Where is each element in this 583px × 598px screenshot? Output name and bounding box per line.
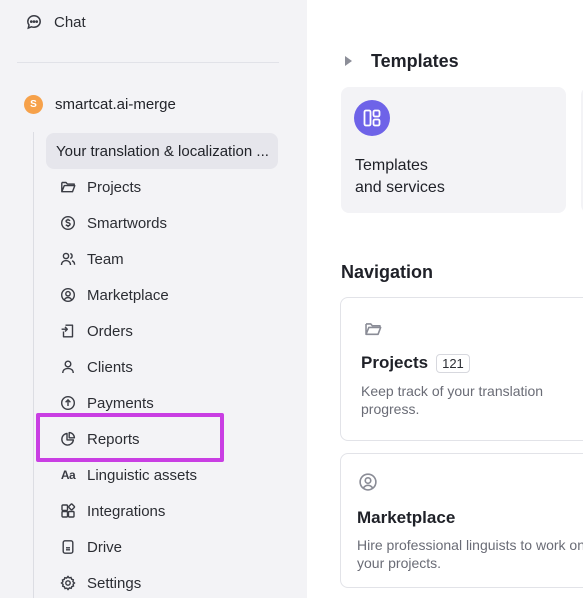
sidebar-item-label: Orders — [87, 322, 133, 340]
sidebar-nav: Projects Smartwords Team Marketplace Ord… — [60, 169, 197, 598]
sidebar-item-reports[interactable]: Reports — [60, 421, 197, 457]
marketplace-desc-line1: Hire professional linguists to work on — [357, 537, 583, 553]
sidebar-item-label: Reports — [87, 430, 140, 448]
projects-card-title: Projects 121 — [361, 353, 470, 373]
sidebar: Chat S smartcat.ai-merge Your translatio… — [0, 0, 307, 598]
sidebar-item-label: Team — [87, 250, 124, 268]
sidebar-item-team[interactable]: Team — [60, 241, 197, 277]
sidebar-item-smartwords[interactable]: Smartwords — [60, 205, 197, 241]
orders-icon — [60, 323, 76, 339]
sidebar-chat-link[interactable]: Chat — [26, 12, 86, 32]
pie-chart-icon — [60, 431, 76, 447]
folder-icon — [363, 320, 383, 338]
projects-card-description: Keep track of your translation progress. — [361, 382, 583, 418]
workspace-avatar: S — [24, 94, 43, 114]
sidebar-item-clients[interactable]: Clients — [60, 349, 197, 385]
sidebar-item-integrations[interactable]: Integrations — [60, 493, 197, 529]
drive-icon — [60, 539, 76, 555]
templates-section-toggle[interactable]: Templates — [345, 50, 459, 72]
tree-line — [33, 132, 34, 598]
templates-icon — [354, 100, 390, 136]
marketplace-card-title: Marketplace — [357, 508, 455, 528]
sidebar-item-marketplace[interactable]: Marketplace — [60, 277, 197, 313]
projects-count-badge: 121 — [436, 353, 470, 373]
templates-card-title-line2: and services — [355, 179, 445, 196]
aa-glyph: Aa — [60, 468, 76, 482]
sidebar-project-item[interactable]: Your translation & localization ... — [46, 133, 278, 169]
sidebar-item-label: Linguistic assets — [87, 466, 198, 484]
marketplace-card-description: Hire professional linguists to work on y… — [357, 536, 583, 572]
templates-card-title: Templates and services — [355, 155, 515, 199]
chat-label: Chat — [54, 13, 86, 31]
marketplace-icon — [60, 287, 76, 303]
dollar-circle-icon — [60, 215, 76, 231]
projects-card-title-text: Projects — [361, 353, 429, 372]
marketplace-card-title-text: Marketplace — [357, 508, 456, 527]
sidebar-item-payments[interactable]: Payments — [60, 385, 197, 421]
templates-card[interactable]: Templates and services — [341, 87, 566, 213]
sidebar-item-label: Smartwords — [87, 214, 168, 232]
chat-bubble-icon — [26, 14, 42, 30]
sidebar-item-orders[interactable]: Orders — [60, 313, 197, 349]
main-content: Templates Templates and services Navigat… — [307, 0, 583, 598]
marketplace-desc-line2: your projects. — [357, 555, 442, 571]
payments-icon — [60, 395, 76, 411]
sidebar-item-label: Projects — [87, 178, 142, 196]
sidebar-item-drive[interactable]: Drive — [60, 529, 197, 565]
marketplace-card[interactable]: Marketplace Hire professional linguists … — [340, 453, 583, 588]
team-icon — [60, 251, 76, 267]
folder-icon — [60, 179, 76, 195]
projects-desc-line2: progress. — [361, 401, 420, 417]
sidebar-divider — [17, 62, 279, 63]
sidebar-item-linguistic-assets[interactable]: Aa Linguistic assets — [60, 457, 197, 493]
sidebar-item-label: Integrations — [87, 502, 166, 520]
sidebar-item-projects[interactable]: Projects — [60, 169, 197, 205]
workspace-switcher[interactable]: S smartcat.ai-merge — [24, 94, 176, 114]
aa-icon: Aa — [60, 467, 76, 483]
templates-card-title-line1: Templates — [355, 157, 428, 174]
sidebar-item-label: Marketplace — [87, 286, 169, 304]
integrations-icon — [60, 503, 76, 519]
caret-right-icon — [345, 56, 352, 66]
sidebar-item-label: Drive — [87, 538, 123, 556]
sidebar-item-label: Settings — [87, 574, 142, 592]
templates-section-title: Templates — [371, 50, 459, 71]
sidebar-item-settings[interactable]: Settings — [60, 565, 197, 598]
marketplace-icon — [358, 472, 378, 492]
gear-icon — [60, 575, 76, 591]
sidebar-item-label: Clients — [87, 358, 133, 376]
projects-desc-line1: Keep track of your translation — [361, 383, 544, 399]
user-icon — [60, 359, 76, 375]
navigation-heading: Navigation — [341, 262, 434, 282]
workspace-name: smartcat.ai-merge — [55, 95, 176, 113]
sidebar-item-label: Payments — [87, 394, 154, 412]
projects-card[interactable]: Projects 121 Keep track of your translat… — [340, 297, 583, 441]
